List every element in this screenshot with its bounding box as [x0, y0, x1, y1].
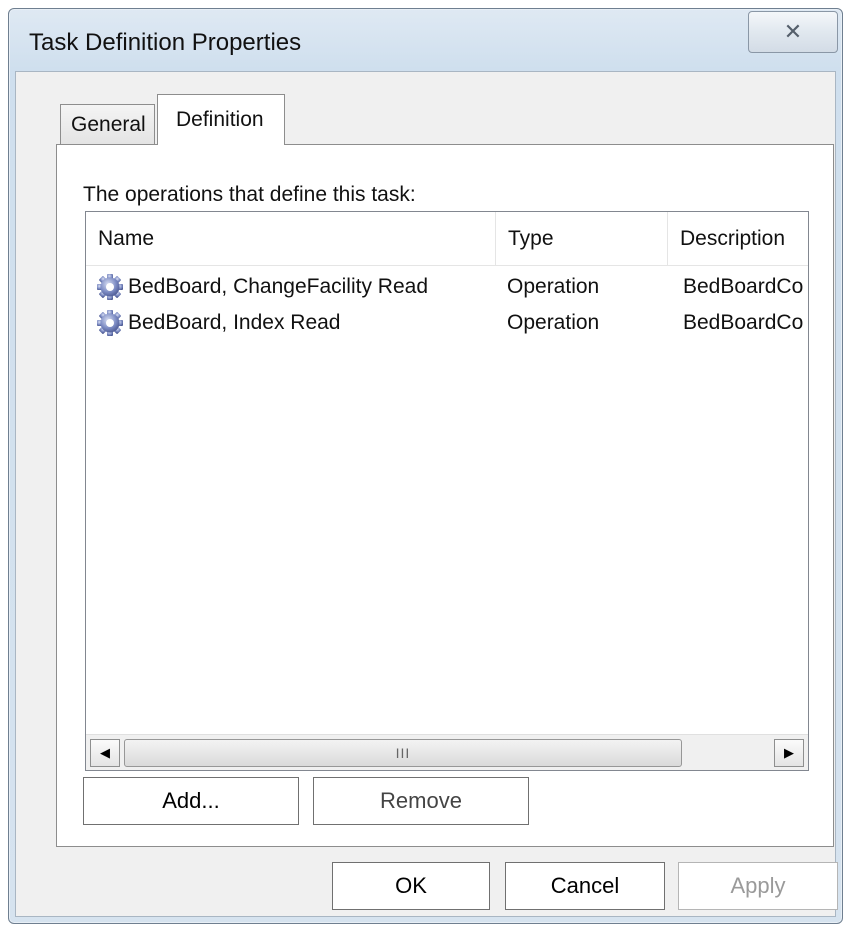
tab-general-label: General	[71, 112, 146, 136]
operations-list[interactable]: Name Type Description BedBoard, ChangeFa…	[85, 211, 809, 771]
definition-tab-panel: The operations that define this task: Na…	[56, 144, 834, 847]
list-header: Name Type Description	[86, 212, 808, 266]
column-header-description[interactable]: Description	[668, 212, 808, 266]
ok-button[interactable]: OK	[332, 862, 490, 910]
tab-general[interactable]: General	[60, 104, 155, 144]
scrollbar-thumb[interactable]: III	[124, 739, 682, 767]
arrow-right-icon: ▶	[784, 745, 794, 760]
scroll-left-button[interactable]: ◀	[90, 739, 120, 767]
column-header-type[interactable]: Type	[496, 212, 668, 266]
operation-type: Operation	[507, 311, 600, 334]
operation-name: BedBoard, ChangeFacility Read	[128, 275, 429, 298]
operation-name: BedBoard, Index Read	[128, 311, 341, 334]
scrollbar-grip: III	[395, 745, 411, 761]
list-item[interactable]: BedBoard, Index Read Operation BedBoardC…	[86, 305, 808, 341]
gear-icon	[97, 274, 123, 300]
dialog-client-area: General Definition The operations that d…	[15, 71, 838, 917]
scroll-right-button[interactable]: ▶	[774, 739, 804, 767]
window-title: Task Definition Properties	[29, 29, 302, 56]
apply-button[interactable]: Apply	[678, 862, 838, 910]
operation-type: Operation	[507, 275, 600, 298]
operation-description: BedBoardCo	[683, 311, 804, 334]
list-item[interactable]: BedBoard, ChangeFacility Read Operation …	[86, 269, 808, 305]
operation-description: BedBoardCo	[683, 275, 804, 298]
dialog-window: Task Definition Properties ✕ General Def…	[8, 8, 843, 924]
title-bar[interactable]: Task Definition Properties ✕	[9, 9, 842, 71]
operations-label: The operations that define this task:	[83, 183, 416, 206]
cancel-button[interactable]: Cancel	[505, 862, 665, 910]
gear-icon	[97, 310, 123, 336]
add-button[interactable]: Add...	[83, 777, 299, 825]
arrow-left-icon: ◀	[100, 745, 110, 760]
remove-button[interactable]: Remove	[313, 777, 529, 825]
close-button[interactable]: ✕	[748, 11, 838, 53]
tab-definition[interactable]: Definition	[157, 94, 285, 145]
close-icon: ✕	[783, 19, 803, 44]
horizontal-scrollbar[interactable]: ◀ III ▶	[86, 734, 808, 770]
column-header-name[interactable]: Name	[86, 212, 496, 266]
tab-definition-label: Definition	[176, 108, 264, 131]
